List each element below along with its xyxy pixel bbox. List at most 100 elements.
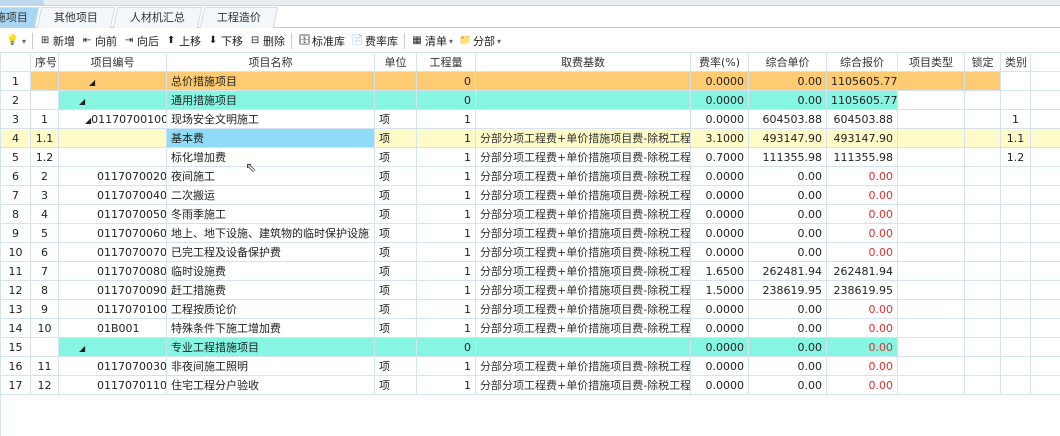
name-cell[interactable]: 专业工程措施项目 — [166, 337, 375, 357]
name-cell[interactable]: 总价措施项目 — [166, 71, 375, 91]
fee-base-cell[interactable]: 分部分项工程费+单价措施项目费-除税工程设备 — [475, 318, 691, 338]
code-cell[interactable]: ◢011707001001 — [58, 109, 167, 129]
unit-cell[interactable]: 项 — [374, 223, 417, 243]
lock-cell[interactable] — [964, 337, 1001, 357]
rate-cell[interactable]: 0.0000 — [690, 337, 749, 357]
rate-cell[interactable]: 0.0000 — [690, 356, 749, 376]
unit-cell[interactable]: 项 — [374, 128, 417, 148]
quantity-cell[interactable]: 1 — [416, 166, 476, 186]
quantity-cell[interactable]: 1 — [416, 242, 476, 262]
code-cell[interactable]: 01B001 — [58, 318, 167, 338]
collapse-triangle-icon[interactable]: ◢ — [89, 78, 95, 87]
rate-cell[interactable]: 0.0000 — [690, 166, 749, 186]
table-row[interactable]: 2 ◢ 通用措施项目 0 0.0000 0.00 1105605.77 — [0, 90, 1060, 110]
name-cell[interactable]: 已完工程及设备保护费 — [166, 242, 375, 262]
name-cell[interactable]: 基本费 — [166, 128, 375, 148]
column-header[interactable]: 费率(%) — [690, 52, 749, 72]
rate-cell[interactable]: 1.5000 — [690, 280, 749, 300]
item-type-cell[interactable] — [897, 337, 965, 357]
table-row[interactable]: 8 4 011707005001 冬雨季施工 项 1 分部分项工程费+单价措施项… — [0, 204, 1060, 224]
rate-cell[interactable]: 3.1000 — [690, 128, 749, 148]
insert-button[interactable]: ⊞ 新增 — [39, 33, 75, 49]
lock-cell[interactable] — [964, 185, 1001, 205]
unit-cell[interactable]: 项 — [374, 109, 417, 129]
name-cell[interactable]: 标化增加费 — [166, 147, 375, 167]
rate-cell[interactable]: 0.0000 — [690, 109, 749, 129]
fee-base-cell[interactable]: 分部分项工程费+单价措施项目费-除税工程设备 — [475, 280, 691, 300]
unit-cell[interactable]: 项 — [374, 318, 417, 338]
rate-cell[interactable]: 0.0000 — [690, 318, 749, 338]
quantity-cell[interactable]: 1 — [416, 280, 476, 300]
item-type-cell[interactable] — [897, 109, 965, 129]
name-cell[interactable]: 临时设施费 — [166, 261, 375, 281]
code-cell[interactable]: 011707002001 — [58, 166, 167, 186]
table-row[interactable]: 1 ◢ 总价措施项目 0 0.0000 0.00 1105605.77 — [0, 71, 1060, 91]
table-row[interactable]: 4 1.1 基本费 项 1 分部分项工程费+单价措施项目费-除税工程设备 3.1… — [0, 128, 1060, 148]
column-header[interactable]: 取费基数 — [475, 52, 691, 72]
column-header[interactable]: 项目编号 — [58, 52, 167, 72]
arrow-up-button[interactable]: ⬆ 上移 — [165, 33, 201, 49]
quantity-cell[interactable]: 1 — [416, 318, 476, 338]
column-header[interactable]: 类别 — [1000, 52, 1031, 72]
table-row[interactable]: 12 8 011707009001 赶工措施费 项 1 分部分项工程费+单价措施… — [0, 280, 1060, 300]
fee-base-cell[interactable]: 分部分项工程费+单价措施项目费-除税工程设备 — [475, 261, 691, 281]
code-cell[interactable]: 011707010001 — [58, 299, 167, 319]
unit-cell[interactable] — [374, 337, 417, 357]
move-before-button[interactable]: ⇤ 向前 — [81, 33, 117, 49]
move-after-button[interactable]: ⇥ 向后 — [123, 33, 159, 49]
name-cell[interactable]: 住宅工程分户验收 — [166, 375, 375, 395]
table-row[interactable]: 9 5 011707006001 地上、地下设施、建筑物的临时保护设施 项 1 … — [0, 223, 1060, 243]
table-row[interactable]: 14 10 01B001 特殊条件下施工增加费 项 1 分部分项工程费+单价措施… — [0, 318, 1060, 338]
lock-cell[interactable] — [964, 242, 1001, 262]
fee-base-cell[interactable] — [475, 90, 691, 110]
code-cell[interactable] — [58, 128, 167, 148]
quantity-cell[interactable]: 1 — [416, 356, 476, 376]
code-cell[interactable]: 011707005001 — [58, 204, 167, 224]
unit-cell[interactable] — [374, 90, 417, 110]
name-cell[interactable]: 现场安全文明施工 — [166, 109, 375, 129]
code-cell[interactable]: 011707007001 — [58, 242, 167, 262]
unit-cell[interactable]: 项 — [374, 280, 417, 300]
unit-cell[interactable]: 项 — [374, 299, 417, 319]
unit-cell[interactable]: 项 — [374, 356, 417, 376]
fee-base-cell[interactable] — [475, 109, 691, 129]
fee-base-cell[interactable]: 分部分项工程费+单价措施项目费-除税工程设备 — [475, 242, 691, 262]
tab-2[interactable]: 人材机汇总 — [112, 7, 203, 28]
code-cell[interactable]: 011707009001 — [58, 280, 167, 300]
rate-cell[interactable]: 0.0000 — [690, 204, 749, 224]
code-cell[interactable]: 011707004001 — [58, 185, 167, 205]
code-cell[interactable]: ◢ — [58, 90, 167, 110]
code-cell[interactable]: 011707011001 — [58, 375, 167, 395]
rate-cell[interactable]: 0.0000 — [690, 71, 749, 91]
code-cell[interactable]: 011707008001 — [58, 261, 167, 281]
unit-cell[interactable]: 项 — [374, 375, 417, 395]
unit-cell[interactable]: 项 — [374, 204, 417, 224]
code-cell[interactable]: 011707006001 — [58, 223, 167, 243]
quantity-cell[interactable]: 1 — [416, 375, 476, 395]
lock-cell[interactable] — [964, 109, 1001, 129]
quantity-cell[interactable]: 1 — [416, 128, 476, 148]
column-header[interactable]: 综合报价 — [826, 52, 898, 72]
table-row[interactable]: 5 1.2 标化增加费 项 1 分部分项工程费+单价措施项目费-除税工程设备 0… — [0, 147, 1060, 167]
quantity-cell[interactable]: 0 — [416, 337, 476, 357]
name-cell[interactable]: 冬雨季施工 — [166, 204, 375, 224]
name-cell[interactable]: 二次搬运 — [166, 185, 375, 205]
lock-cell[interactable] — [964, 375, 1001, 395]
fee-base-cell[interactable]: 分部分项工程费+单价措施项目费-除税工程设备 — [475, 223, 691, 243]
name-cell[interactable]: 夜间施工 — [166, 166, 375, 186]
rate-cell[interactable]: 0.0000 — [690, 299, 749, 319]
fee-base-cell[interactable]: 分部分项工程费+单价措施项目费-除税工程设备 — [475, 166, 691, 186]
unit-cell[interactable]: 项 — [374, 261, 417, 281]
column-header[interactable] — [0, 52, 31, 72]
fee-base-cell[interactable]: 分部分项工程费+单价措施项目费-除税工程设备 — [475, 204, 691, 224]
lock-cell[interactable] — [964, 90, 1001, 110]
database-button[interactable]: 🗄 标准库 — [298, 33, 345, 49]
category-cell[interactable] — [1000, 337, 1031, 357]
fee-base-cell[interactable] — [475, 71, 691, 91]
column-header[interactable]: 综合单价 — [748, 52, 827, 72]
lock-cell[interactable] — [964, 356, 1001, 376]
category-cell[interactable] — [1000, 185, 1031, 205]
name-cell[interactable]: 通用措施项目 — [166, 90, 375, 110]
lock-cell[interactable] — [964, 223, 1001, 243]
lock-cell[interactable] — [964, 280, 1001, 300]
